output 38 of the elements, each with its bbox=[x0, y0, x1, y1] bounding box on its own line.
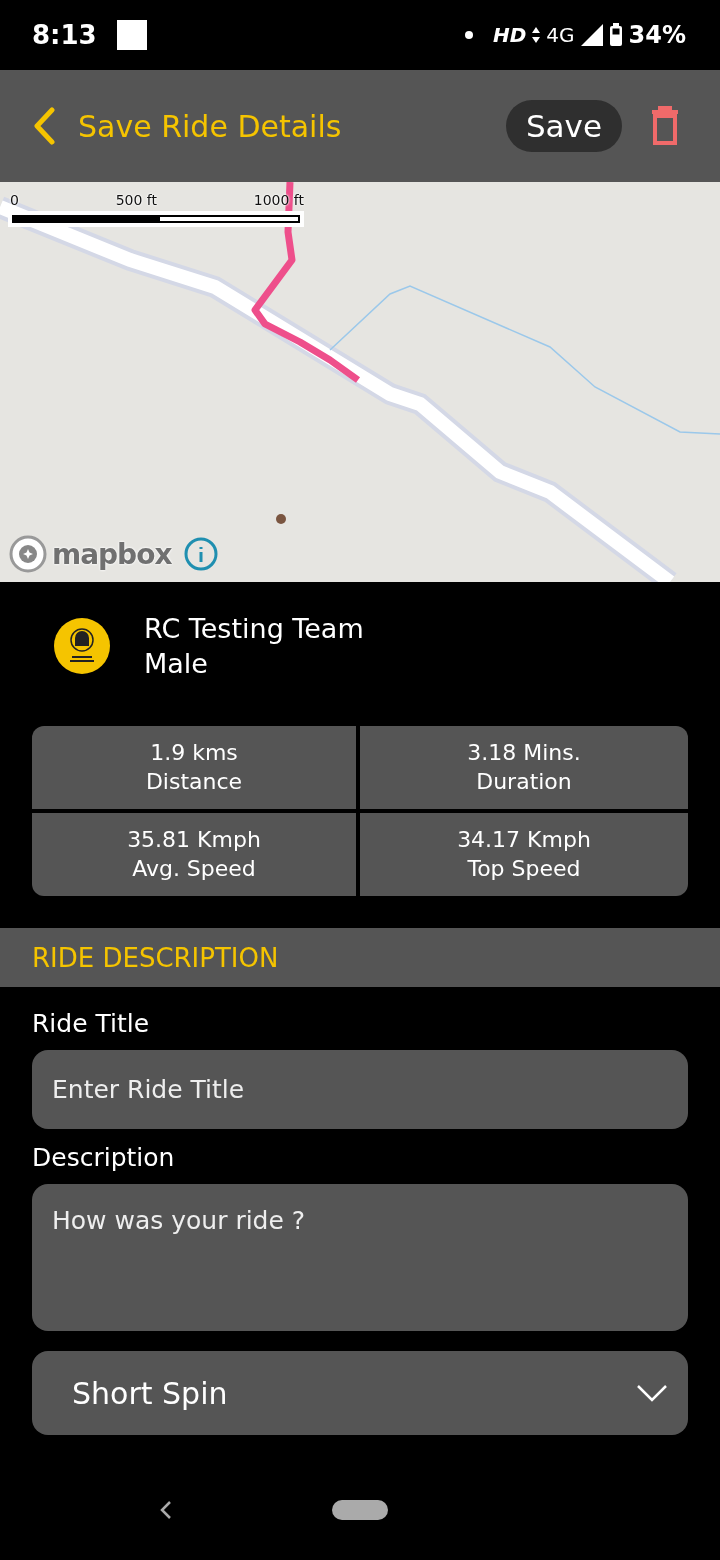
stat-label: Avg. Speed bbox=[132, 854, 256, 883]
data-arrows-icon bbox=[532, 26, 541, 44]
battery-icon bbox=[608, 23, 623, 47]
title-input-field[interactable]: Enter Ride Title bbox=[32, 1050, 688, 1129]
back-icon[interactable] bbox=[32, 107, 58, 145]
field-label: Ride Title bbox=[32, 1009, 151, 1038]
stat-value: 34.17 Kmph bbox=[457, 825, 591, 854]
network-type: 4G bbox=[546, 23, 575, 47]
status-time: 8:13 bbox=[32, 20, 97, 50]
page-title: Save Ride Details bbox=[78, 108, 342, 144]
stat-label: Duration bbox=[476, 767, 572, 796]
rider-gender: Male bbox=[144, 648, 209, 679]
stat-label: Top Speed bbox=[467, 854, 581, 883]
signal-icon bbox=[580, 24, 603, 46]
mapbox-logo-icon bbox=[8, 534, 48, 574]
stat-label: Distance bbox=[145, 767, 243, 796]
save-button[interactable]: Save bbox=[505, 100, 622, 152]
notification-dot-icon bbox=[464, 31, 473, 39]
back-nav-icon[interactable] bbox=[159, 1499, 174, 1521]
avatar-logo-icon bbox=[54, 618, 110, 674]
rider-name: RC Testing Team bbox=[144, 613, 364, 644]
trash-icon[interactable] bbox=[650, 106, 680, 146]
section-title: RIDE DESCRIPTION bbox=[32, 942, 279, 973]
scale-label: 0 bbox=[10, 192, 19, 208]
stat-value: 35.81 Kmph bbox=[127, 825, 261, 854]
description-input-field[interactable]: How was your ride ? bbox=[32, 1184, 688, 1331]
stat-value: 3.18 Mins. bbox=[467, 738, 581, 767]
scale-label: 500 ft bbox=[115, 192, 157, 208]
hd-icon: HD bbox=[492, 23, 527, 47]
mapbox-wordmark: mapbox bbox=[52, 537, 172, 571]
notification-icon bbox=[116, 20, 147, 50]
ride-type-dropdown[interactable]: Short Spin bbox=[32, 1351, 688, 1435]
stat-value: 1.9 kms bbox=[150, 738, 238, 767]
home-pill-icon[interactable] bbox=[332, 1500, 388, 1520]
info-icon[interactable] bbox=[183, 536, 220, 572]
field-label: Description bbox=[32, 1143, 176, 1172]
chevron-down-icon bbox=[636, 1384, 668, 1402]
battery-percent: 34% bbox=[628, 21, 686, 49]
